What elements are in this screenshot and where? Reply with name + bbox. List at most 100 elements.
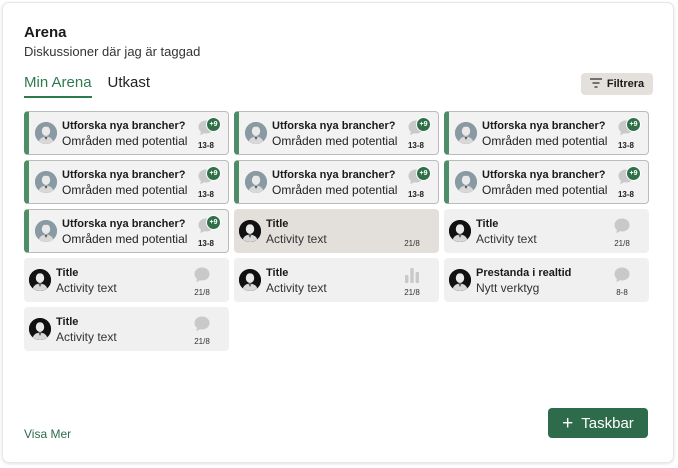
card-date: 21/8 bbox=[404, 288, 420, 297]
card-activity: Activity text bbox=[56, 281, 117, 295]
card-meta: 21/8 bbox=[399, 217, 425, 248]
card-activity: Områden med potential bbox=[62, 134, 188, 148]
discussion-card-7[interactable]: Utforska nya brancher? Områden med poten… bbox=[24, 209, 229, 253]
card-date: 13-8 bbox=[617, 141, 634, 150]
tag-count-badge: +9 bbox=[626, 166, 641, 181]
tab-min-arena[interactable]: Min Arena bbox=[24, 74, 92, 98]
discussion-card-8[interactable]: Title Activity text 21/8 bbox=[234, 209, 439, 253]
card-date: 8-8 bbox=[616, 288, 628, 297]
avatar bbox=[35, 220, 57, 242]
plus-icon: + bbox=[562, 412, 574, 434]
bar-chart-icon bbox=[403, 266, 421, 289]
discussion-card-4[interactable]: Utforska nya brancher? Områden med poten… bbox=[24, 160, 229, 204]
comment-icon bbox=[613, 266, 631, 289]
discussion-card-2[interactable]: Utforska nya brancher? Områden med poten… bbox=[234, 111, 439, 155]
tag-count-badge: +9 bbox=[206, 117, 221, 132]
page-subtitle: Diskussioner där jag är taggad bbox=[24, 44, 201, 59]
card-activity: Områden med potential bbox=[62, 183, 188, 197]
page-title: Arena bbox=[24, 24, 67, 41]
card-meta: 13-8 +9 bbox=[403, 166, 431, 199]
tag-count-badge: +9 bbox=[416, 166, 431, 181]
card-title: Utforska nya brancher? bbox=[272, 120, 396, 132]
avatar bbox=[245, 171, 267, 193]
card-title: Title bbox=[476, 218, 499, 230]
card-date: 13-8 bbox=[197, 141, 214, 150]
avatar bbox=[449, 269, 471, 291]
card-date: 21/8 bbox=[194, 288, 210, 297]
discussion-card-10[interactable]: Title Activity text 21/8 bbox=[24, 258, 229, 302]
avatar bbox=[455, 122, 477, 144]
discussion-card-5[interactable]: Utforska nya brancher? Områden med poten… bbox=[234, 160, 439, 204]
card-date: 13-8 bbox=[407, 190, 424, 199]
card-meta: 21/8 bbox=[399, 266, 425, 297]
tag-count-badge: +9 bbox=[416, 117, 431, 132]
card-date: 13-8 bbox=[617, 190, 634, 199]
card-date: 13-8 bbox=[407, 141, 424, 150]
discussion-card-11[interactable]: Title Activity text 21/8 bbox=[234, 258, 439, 302]
card-meta: 13-8 +9 bbox=[613, 117, 641, 150]
card-title: Title bbox=[266, 218, 289, 230]
discussion-card-6[interactable]: Utforska nya brancher? Områden med poten… bbox=[444, 160, 649, 204]
card-title: Title bbox=[56, 267, 79, 279]
card-meta: 21/8 bbox=[189, 315, 215, 346]
discussion-card-1[interactable]: Utforska nya brancher? Områden med poten… bbox=[24, 111, 229, 155]
card-activity: Activity text bbox=[266, 281, 327, 295]
discussion-card-12[interactable]: Prestanda i realtid Nytt verktyg 8-8 bbox=[444, 258, 649, 302]
filter-label: Filtrera bbox=[606, 78, 645, 90]
card-activity: Områden med potential bbox=[272, 183, 398, 197]
card-activity: Nytt verktyg bbox=[476, 281, 540, 295]
card-meta: 13-8 +9 bbox=[193, 166, 221, 199]
show-more-link[interactable]: Visa Mer bbox=[24, 427, 71, 441]
card-title: Utforska nya brancher? bbox=[62, 169, 186, 181]
tab-bar: Min Arena Utkast bbox=[24, 74, 150, 98]
card-activity: Activity text bbox=[476, 232, 537, 246]
card-title: Title bbox=[266, 267, 289, 279]
taskbar-label: Taskbar bbox=[581, 414, 634, 432]
tag-count-badge: +9 bbox=[206, 166, 221, 181]
card-title: Utforska nya brancher? bbox=[482, 169, 606, 181]
card-meta: 13-8 +9 bbox=[613, 166, 641, 199]
filter-icon bbox=[589, 77, 602, 91]
tab-utkast[interactable]: Utkast bbox=[108, 74, 151, 98]
avatar bbox=[239, 220, 261, 242]
avatar bbox=[245, 122, 267, 144]
tag-count-badge: +9 bbox=[626, 117, 641, 132]
avatar bbox=[29, 318, 51, 340]
arena-panel: Arena Diskussioner där jag är taggad Min… bbox=[3, 3, 673, 462]
filter-button[interactable]: Filtrera bbox=[581, 73, 653, 95]
card-meta: 8-8 bbox=[609, 266, 635, 297]
card-title: Utforska nya brancher? bbox=[272, 169, 396, 181]
card-activity: Områden med potential bbox=[62, 232, 188, 246]
avatar bbox=[449, 220, 471, 242]
card-meta: 13-8 +9 bbox=[193, 215, 221, 248]
discussion-grid: Utforska nya brancher? Områden med poten… bbox=[24, 111, 649, 351]
avatar bbox=[455, 171, 477, 193]
discussion-card-9[interactable]: Title Activity text 21/8 bbox=[444, 209, 649, 253]
card-meta: 21/8 bbox=[609, 217, 635, 248]
card-activity: Områden med potential bbox=[272, 134, 398, 148]
card-date: 21/8 bbox=[404, 239, 420, 248]
avatar bbox=[35, 122, 57, 144]
card-activity: Activity text bbox=[56, 330, 117, 344]
avatar bbox=[35, 171, 57, 193]
comment-icon bbox=[613, 217, 631, 240]
card-title: Prestanda i realtid bbox=[476, 267, 572, 279]
comment-icon bbox=[193, 266, 211, 289]
card-activity: Områden med potential bbox=[482, 134, 608, 148]
discussion-card-3[interactable]: Utforska nya brancher? Områden med poten… bbox=[444, 111, 649, 155]
card-date: 21/8 bbox=[614, 239, 630, 248]
card-meta: 13-8 +9 bbox=[193, 117, 221, 150]
card-title: Utforska nya brancher? bbox=[62, 120, 186, 132]
card-title: Utforska nya brancher? bbox=[482, 120, 606, 132]
discussion-card-13[interactable]: Title Activity text 21/8 bbox=[24, 307, 229, 351]
card-meta: 13-8 +9 bbox=[403, 117, 431, 150]
taskbar-button[interactable]: + Taskbar bbox=[548, 408, 648, 438]
card-date: 13-8 bbox=[197, 239, 214, 248]
avatar bbox=[239, 269, 261, 291]
card-title: Title bbox=[56, 316, 79, 328]
card-meta: 21/8 bbox=[189, 266, 215, 297]
card-title: Utforska nya brancher? bbox=[62, 218, 186, 230]
card-date: 21/8 bbox=[194, 337, 210, 346]
comment-icon bbox=[193, 315, 211, 338]
tag-count-badge: +9 bbox=[206, 215, 221, 230]
